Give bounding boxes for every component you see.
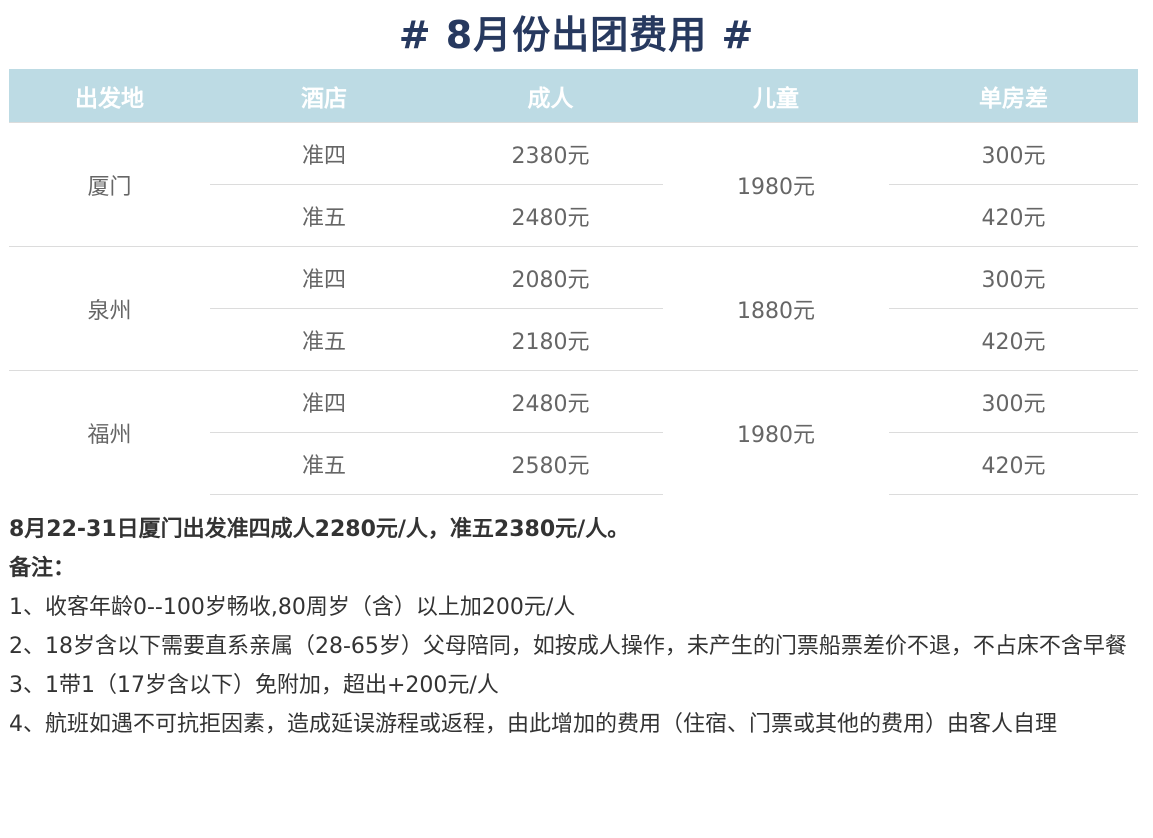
remark-item: 2、18岁含以下需要直系亲属（28-65岁）父母陪同，如按成人操作，未产生的门票…: [9, 634, 1127, 659]
single-supplement-cell: 420元: [889, 184, 1138, 247]
single-supplement-cell: 300元: [889, 122, 1138, 185]
single-supplement-cell: 420元: [889, 308, 1138, 371]
promo-highlight: 8月22-31日厦门出发准四成人2280元/人，准五2380元/人。: [9, 517, 630, 542]
hotel-cell: 准五: [210, 432, 438, 495]
remark-item: 3、1带1（17岁含以下）免附加，超出+200元/人: [9, 673, 499, 698]
header-single-supplement: 单房差: [889, 69, 1138, 123]
single-supplement-cell: 300元: [889, 246, 1138, 309]
hotel-cell: 准五: [210, 308, 438, 371]
header-hotel: 酒店: [210, 69, 438, 123]
hotel-cell: 准四: [210, 370, 438, 433]
child-price-cell: 1880元: [663, 246, 889, 371]
adult-price-cell: 2080元: [438, 246, 663, 309]
header-child: 儿童: [663, 69, 889, 123]
page-title: # 8月份出团费用 #: [398, 13, 755, 57]
header-adult: 成人: [438, 69, 663, 123]
remark-item: 1、收客年龄0--100岁畅收,80周岁（含）以上加200元/人: [9, 595, 576, 620]
remark-label: 备注：: [9, 556, 76, 581]
adult-price-cell: 2580元: [438, 432, 663, 495]
adult-price-cell: 2480元: [438, 184, 663, 247]
city-cell: 泉州: [9, 246, 210, 371]
adult-price-cell: 2180元: [438, 308, 663, 371]
remark-item: 4、航班如遇不可抗拒因素，造成延误游程或返程，由此增加的费用（住宿、门票或其他的…: [9, 712, 1058, 737]
table-row: 泉州 准四 2080元 1880元 300元: [9, 246, 1138, 371]
single-supplement-cell: 420元: [889, 432, 1138, 495]
hotel-cell: 准四: [210, 122, 438, 185]
table-row: 厦门 准四 2380元 1980元 300元: [9, 122, 1138, 247]
table-row: 福州 准四 2480元 1980元 300元: [9, 370, 1138, 495]
child-price-cell: 1980元: [663, 370, 889, 495]
price-table: 出发地 酒店 成人 儿童 单房差 厦门 准四 2380元 1980元 300元 …: [9, 69, 1138, 495]
city-cell: 厦门: [9, 122, 210, 247]
single-supplement-cell: 300元: [889, 370, 1138, 433]
header-departure: 出发地: [9, 69, 210, 123]
hotel-cell: 准四: [210, 246, 438, 309]
child-price-cell: 1980元: [663, 122, 889, 247]
notes-section: 8月22-31日厦门出发准四成人2280元/人，准五2380元/人。 备注： 1…: [9, 510, 1145, 744]
adult-price-cell: 2480元: [438, 370, 663, 433]
city-cell: 福州: [9, 370, 210, 495]
adult-price-cell: 2380元: [438, 122, 663, 185]
table-header-row: 出发地 酒店 成人 儿童 单房差: [9, 69, 1138, 123]
hotel-cell: 准五: [210, 184, 438, 247]
